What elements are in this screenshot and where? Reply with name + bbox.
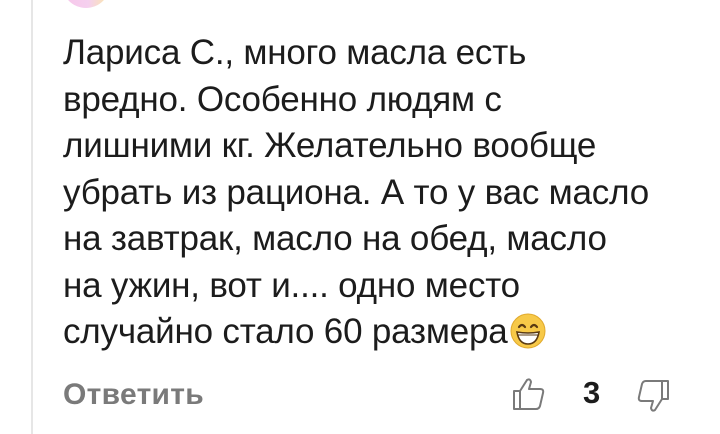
thumbs-down-icon — [637, 380, 669, 412]
thumbs-up-icon — [513, 378, 545, 410]
avatar[interactable] — [62, 0, 110, 8]
comment-line: на ужин, вот и.... одно место — [63, 265, 520, 305]
reply-button[interactable]: Ответить — [63, 378, 204, 412]
comment-line: на завтрак, масло на обед, масло — [63, 219, 607, 258]
grinning-face-emoji — [510, 313, 546, 362]
comment-header — [62, 0, 720, 8]
like-button[interactable] — [512, 376, 546, 412]
comment-line: случайно стало 60 размера — [63, 312, 508, 351]
like-count: 3 — [583, 375, 601, 410]
comment-line: лишними кг. Желательно вообще — [63, 126, 597, 165]
thread-line — [31, 0, 33, 434]
comment-line: убрать из рациона. А то у вас масло — [63, 172, 649, 212]
grinning-face-icon — [510, 313, 545, 349]
comment-actions: Ответить 3 — [63, 372, 683, 418]
dislike-button[interactable] — [636, 378, 670, 414]
comment-line: Лариса С., много масла есть — [63, 33, 527, 72]
comment-body: Лариса С., много масла есть вредно. Особ… — [63, 30, 703, 362]
comment-line: вредно. Особенно людям с — [63, 79, 502, 119]
